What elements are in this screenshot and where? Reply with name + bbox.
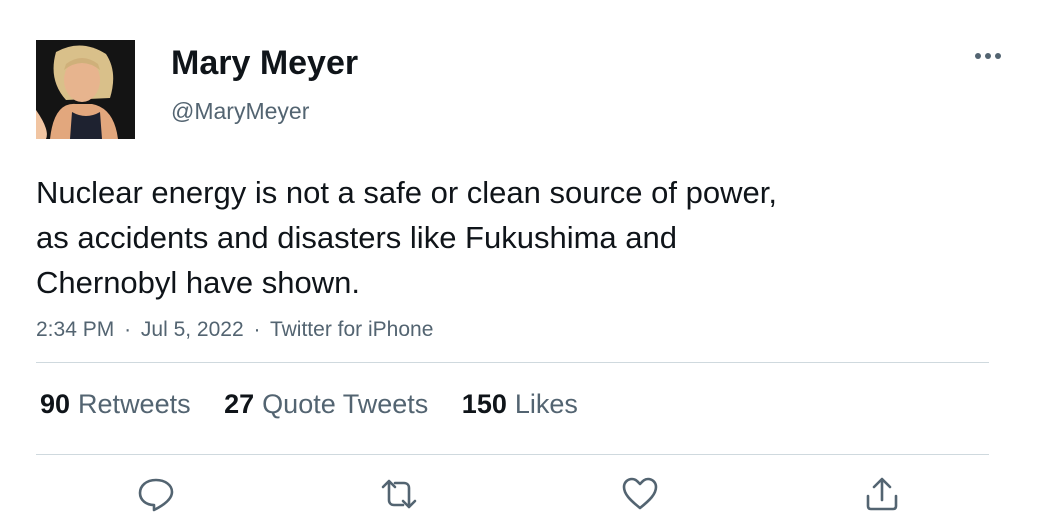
quote-tweets-count: 27	[224, 389, 255, 419]
quote-tweets-stat[interactable]: 27 Quote Tweets	[224, 387, 428, 421]
quote-tweets-label: Quote Tweets	[262, 389, 429, 419]
tweet-text: Nuclear energy is not a safe or clean so…	[36, 175, 777, 300]
tweet-time[interactable]: 2:34 PM	[36, 318, 114, 341]
heart-icon	[622, 477, 658, 510]
likes-stat[interactable]: 150 Likes	[462, 387, 578, 421]
likes-count: 150	[461, 389, 507, 419]
likes-label: Likes	[514, 389, 578, 419]
author-display-name[interactable]: Mary Meyer	[171, 42, 358, 84]
meta-separator: ·	[253, 318, 261, 341]
reply-icon	[138, 478, 174, 512]
retweets-label: Retweets	[78, 389, 191, 419]
retweets-count: 90	[40, 389, 71, 419]
divider	[36, 454, 989, 455]
share-icon	[866, 477, 898, 511]
retweet-button[interactable]	[379, 476, 419, 512]
avatar[interactable]	[36, 40, 135, 139]
tweet-meta: 2:34 PM · Jul 5, 2022 · Twitter for iPho…	[36, 315, 433, 345]
like-button[interactable]	[620, 476, 660, 512]
author-handle[interactable]: @MaryMeyer	[171, 96, 309, 126]
reply-button[interactable]	[136, 476, 176, 512]
share-button[interactable]	[862, 476, 902, 512]
tweet-date[interactable]: Jul 5, 2022	[141, 318, 244, 341]
divider	[36, 362, 989, 363]
retweet-icon	[381, 479, 417, 509]
retweets-stat[interactable]: 90 Retweets	[40, 387, 191, 421]
avatar-photo	[36, 40, 135, 139]
meta-separator: ·	[124, 318, 132, 341]
tweet-source[interactable]: Twitter for iPhone	[270, 318, 433, 341]
engagement-stats: 90 Retweets 27 Quote Tweets 150 Likes	[40, 387, 604, 421]
more-horizontal-icon[interactable]	[972, 44, 1004, 68]
